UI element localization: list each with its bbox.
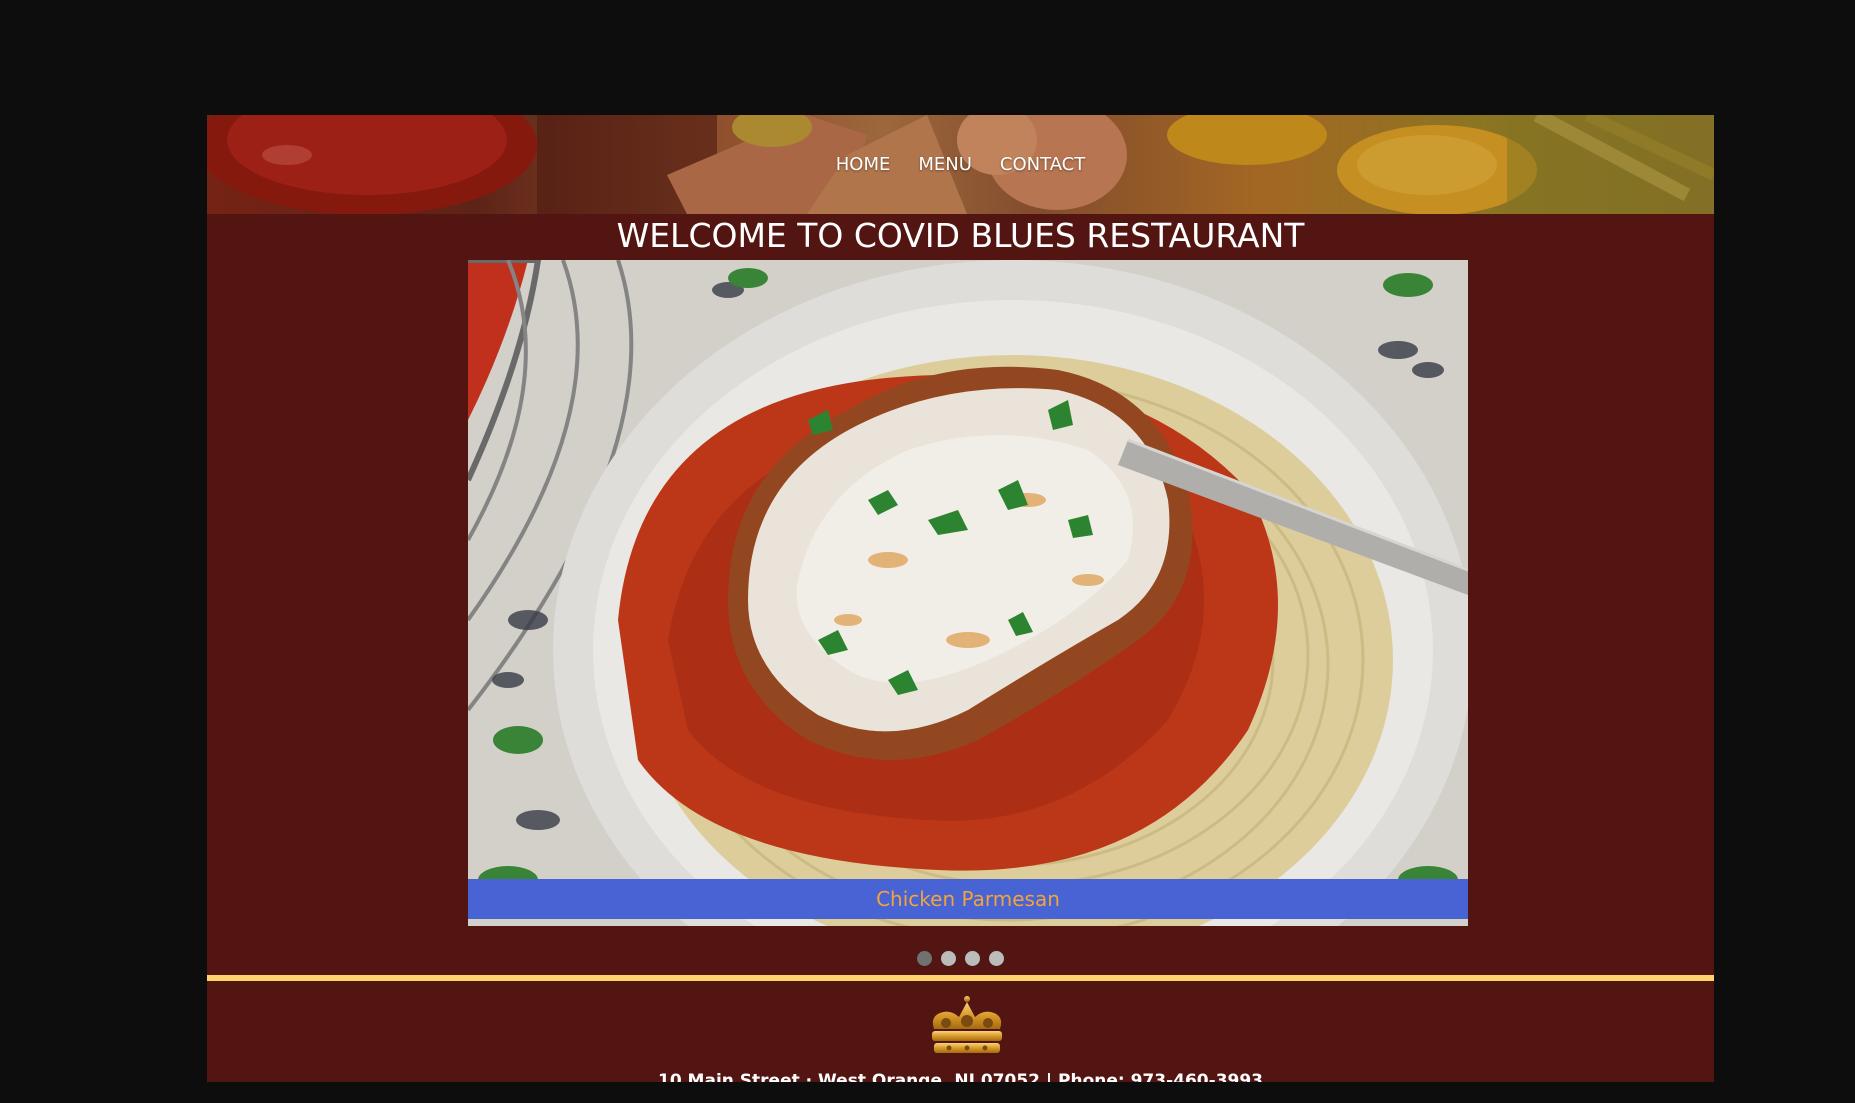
crown-icon	[932, 996, 1002, 1053]
nav-home-link[interactable]: HOME	[822, 154, 905, 175]
page-title: WELCOME TO COVID BLUES RESTAURANT	[616, 216, 1305, 255]
slide-dot-3[interactable]	[965, 951, 980, 966]
slide-dot-4[interactable]	[989, 951, 1004, 966]
footer: 10 Main Street · West Orange, NJ 07052 |…	[207, 981, 1714, 1082]
nav-contact-link[interactable]: CONTACT	[986, 154, 1099, 175]
slideshow-dots	[207, 951, 1714, 967]
nav-menu-link[interactable]: MENU	[904, 154, 986, 175]
footer-address: 10 Main Street · West Orange, NJ 07052 |…	[657, 1071, 1264, 1082]
slide-dot-2[interactable]	[941, 951, 956, 966]
slideshow: Chicken Parmesan	[468, 260, 1468, 926]
page-container: HOME MENU CONTACT WELCOME TO COVID BLUES…	[207, 115, 1714, 1082]
main-nav: HOME MENU CONTACT	[207, 115, 1714, 214]
chicken-parmesan-photo	[468, 260, 1468, 926]
slide-dot-1[interactable]	[917, 951, 932, 966]
header-banner: HOME MENU CONTACT	[207, 115, 1714, 214]
slide-caption: Chicken Parmesan	[468, 879, 1468, 919]
